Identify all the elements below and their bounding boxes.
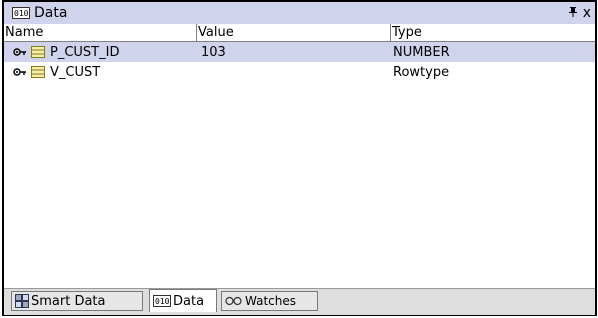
tab-watches-label: Watches bbox=[245, 294, 296, 308]
pin-icon[interactable] bbox=[567, 6, 579, 21]
data-icon: 0101 bbox=[12, 7, 30, 19]
column-header: Name Value Type bbox=[4, 24, 595, 42]
variable-type: Rowtype bbox=[393, 64, 450, 80]
watches-icon bbox=[225, 296, 242, 306]
variable-icon bbox=[31, 46, 45, 58]
variable-name: P_CUST_ID bbox=[50, 44, 120, 60]
smart-data-icon bbox=[15, 294, 29, 308]
variable-value[interactable]: 103 bbox=[197, 45, 391, 60]
expand-key-icon[interactable] bbox=[13, 67, 27, 77]
svg-text:0101: 0101 bbox=[155, 297, 171, 306]
tab-data-label: Data bbox=[173, 293, 205, 309]
table-row[interactable]: P_CUST_ID 103 NUMBER bbox=[4, 42, 595, 62]
data-table: P_CUST_ID 103 NUMBER V_CUST Rowtype bbox=[4, 42, 595, 82]
name-cell: V_CUST bbox=[4, 65, 197, 80]
panel-title: Data bbox=[34, 5, 68, 21]
data-panel: 0101 Data x Name Value Type bbox=[2, 0, 597, 316]
variable-icon bbox=[31, 66, 45, 78]
column-header-name[interactable]: Name bbox=[4, 24, 197, 41]
tab-watches[interactable]: Watches bbox=[221, 291, 318, 311]
close-icon[interactable]: x bbox=[583, 6, 591, 20]
bottom-tab-bar: Smart Data 0101 Data Watches bbox=[4, 288, 595, 315]
variable-type: NUMBER bbox=[393, 44, 450, 60]
tab-smart-data[interactable]: Smart Data bbox=[11, 291, 143, 311]
table-row[interactable]: V_CUST Rowtype bbox=[4, 62, 595, 82]
svg-text:0101: 0101 bbox=[14, 9, 30, 18]
column-header-value[interactable]: Value bbox=[197, 24, 391, 41]
data-icon: 0101 bbox=[153, 295, 171, 307]
expand-key-icon[interactable] bbox=[13, 47, 27, 57]
tab-smart-data-label: Smart Data bbox=[31, 293, 106, 309]
column-header-type[interactable]: Type bbox=[391, 24, 595, 41]
name-cell: P_CUST_ID bbox=[4, 45, 197, 60]
panel-titlebar: 0101 Data x bbox=[4, 2, 595, 25]
variable-name: V_CUST bbox=[50, 64, 101, 80]
tab-data[interactable]: 0101 Data bbox=[149, 289, 217, 312]
